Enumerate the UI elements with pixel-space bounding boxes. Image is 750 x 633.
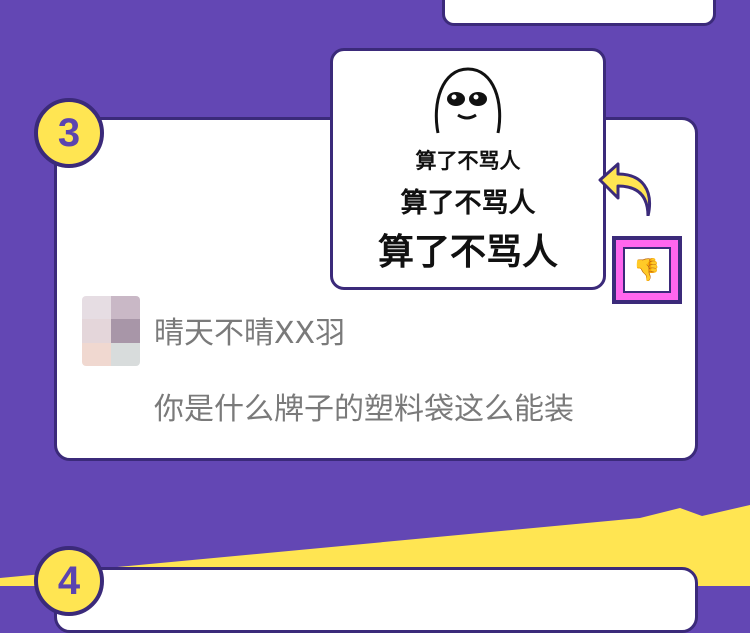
- meme-face-icon: [434, 67, 502, 134]
- section-number-badge: 4: [34, 546, 104, 616]
- previous-comment-card: [442, 0, 716, 26]
- section-number-badge: 3: [34, 98, 104, 168]
- username: 晴天不晴XX羽: [154, 316, 346, 351]
- section-number: 4: [57, 558, 81, 603]
- next-comment-card: [54, 567, 698, 633]
- thumbs-down-icon: 👎: [633, 257, 661, 283]
- meme-text-line: 算了不骂人: [377, 232, 558, 273]
- reply-arrow-icon[interactable]: [596, 160, 656, 216]
- avatar[interactable]: [82, 296, 140, 366]
- comment-text: 你是什么牌子的塑料袋这么能装: [154, 392, 574, 427]
- section-number: 3: [57, 110, 81, 155]
- meme-text-line: 算了不骂人: [415, 149, 521, 173]
- dislike-inner: 👎: [623, 247, 671, 293]
- meme-image[interactable]: 算了不骂人 算了不骂人 算了不骂人: [330, 48, 606, 290]
- meme-text-line: 算了不骂人: [400, 188, 536, 219]
- dislike-button[interactable]: 👎: [612, 236, 682, 304]
